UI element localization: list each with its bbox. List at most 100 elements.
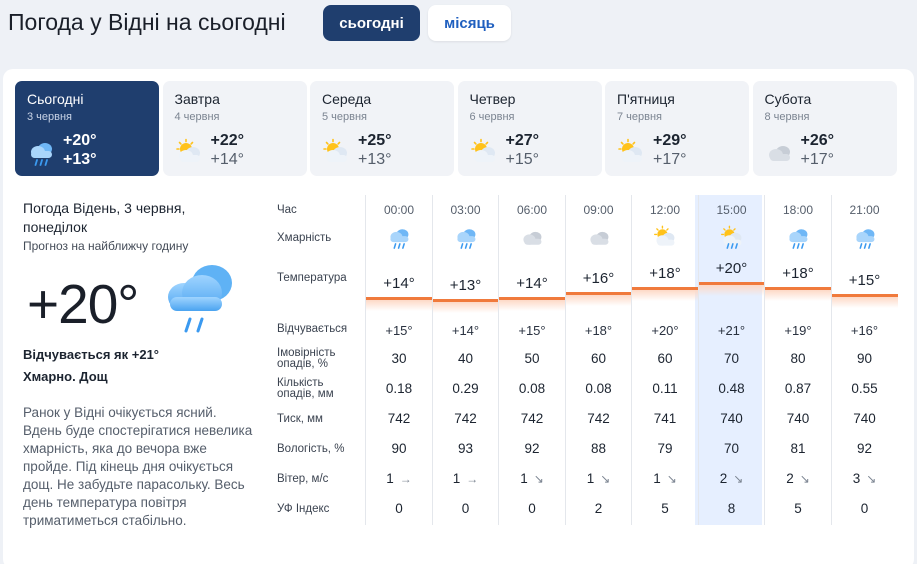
hour-humidity: 90 <box>391 441 407 456</box>
day-date: 3 червня <box>27 111 73 123</box>
tab-today[interactable]: сьогодні <box>323 5 420 41</box>
tab-month[interactable]: місяць <box>428 5 511 41</box>
hour-time: 18:00 <box>782 203 814 217</box>
cloud-rain-icon <box>168 265 232 333</box>
hour-time: 00:00 <box>383 203 415 217</box>
hour-feels-like: +16° <box>850 323 879 338</box>
hour-precip-amount: 0.18 <box>385 381 413 396</box>
day-min-temp: +13° <box>358 151 392 168</box>
wind-speed: 1 <box>452 471 461 486</box>
wind-direction-icon: ↘ <box>600 472 611 486</box>
day-tab[interactable]: П'ятниця 7 червня +29° +17° <box>605 81 749 176</box>
hour-precip-prob: 70 <box>723 351 740 366</box>
day-min-temp: +13° <box>63 151 97 168</box>
day-name: Сьогодні <box>27 91 84 107</box>
day-tab[interactable]: Субота 8 червня +26° +17° <box>752 81 897 176</box>
hour-precip-prob: 50 <box>524 351 540 366</box>
hour-pressure: 740 <box>720 411 743 426</box>
hour-precip-prob: 30 <box>391 351 407 366</box>
hour-feels-like: +21° <box>717 323 746 338</box>
hour-icon <box>699 225 765 251</box>
hour-temperature: +20° <box>715 260 748 277</box>
day-min-temp: +14° <box>210 151 245 168</box>
page-header: Погода у Відні на сьогодні сьогодні міся… <box>0 0 917 56</box>
day-tab[interactable]: Середа 5 червня +25° +13° <box>310 81 454 176</box>
wind-speed: 1 <box>653 471 661 486</box>
hour-time: 12:00 <box>649 203 681 217</box>
wind-direction-icon: ↘ <box>533 472 544 486</box>
day-name: Завтра <box>174 91 220 107</box>
hour-uv: 5 <box>794 501 802 516</box>
hour-time: 09:00 <box>583 203 614 217</box>
cloud-rain-icon <box>390 229 409 249</box>
day-icon <box>321 138 351 164</box>
partly-cloudy-icon <box>618 138 642 162</box>
cloud-rain-icon <box>31 143 52 166</box>
day-name: Середа <box>322 91 372 107</box>
day-date: 4 червня <box>174 111 220 123</box>
day-tab[interactable]: Завтра 4 червня +22° +14° <box>162 81 307 176</box>
hour-precip-amount: 0.29 <box>452 381 479 396</box>
hour-pressure: 742 <box>520 411 544 426</box>
hour-humidity: 70 <box>723 441 740 456</box>
hour-precip-prob: 60 <box>590 351 607 366</box>
hour-pressure: 741 <box>653 411 677 426</box>
hour-humidity: 93 <box>457 441 474 456</box>
day-min-temp: +15° <box>505 151 540 168</box>
hour-humidity: 88 <box>590 441 607 456</box>
day-tab[interactable]: Сьогодні 3 червня +20° +13° <box>15 81 159 176</box>
cloudy-icon <box>768 146 790 161</box>
forecast-note: Прогноз на найближчу годину <box>23 239 189 253</box>
wind-direction-icon: ↘ <box>799 472 810 486</box>
hour-pressure: 740 <box>786 411 810 426</box>
hour-temperature: +15° <box>848 272 881 290</box>
temperature-bar <box>565 291 632 306</box>
day-name: П'ятниця <box>617 91 675 107</box>
hourly-table: Час Хмарність Температура Відчувається І… <box>271 195 898 531</box>
location-date: Погода Відень, 3 червня, понеділок <box>23 200 186 235</box>
hour-time: 21:00 <box>849 203 880 217</box>
hour-humidity: 79 <box>657 441 673 456</box>
hour-wind: 1 → <box>433 471 499 486</box>
temperature-bar <box>765 286 831 301</box>
cloudy-icon <box>589 231 608 245</box>
hour-temperature: +13° <box>449 277 482 294</box>
hour-pressure: 742 <box>387 411 411 426</box>
hour-uv: 2 <box>594 501 603 516</box>
day-max-temp: +27° <box>505 132 540 149</box>
day-description: Ранок у Відні очікується ясний. Вдень бу… <box>23 405 253 528</box>
temperature-bar <box>366 296 432 311</box>
hour-uv: 0 <box>395 501 403 516</box>
hour-wind: 1 ↘ <box>632 471 698 486</box>
hour-humidity: 92 <box>524 441 540 456</box>
day-name: Четвер <box>469 91 516 107</box>
wind-direction-icon: ↘ <box>733 472 744 486</box>
hour-precip-amount: 0.48 <box>718 381 745 396</box>
wind-direction-icon: ↘ <box>866 472 877 486</box>
weather-card: Сьогодні 3 червня +20° +13° Завтра 4 червня +2… <box>3 69 914 564</box>
hour-temperature: +14° <box>516 274 548 292</box>
day-tab[interactable]: Четвер 6 червня +27° +15° <box>457 81 602 176</box>
wind-direction-icon: → <box>399 472 412 486</box>
hour-icon <box>765 225 831 251</box>
hour-icon <box>832 225 898 251</box>
temperature-bar <box>632 286 698 301</box>
current-weather: Погода Відень, 3 червня, понеділок Прогн… <box>23 199 253 528</box>
day-max-temp: +25° <box>358 132 392 149</box>
day-date: 8 червня <box>764 111 810 123</box>
day-icon <box>469 138 499 164</box>
hour-icon <box>366 225 432 251</box>
hour-temperature: +14° <box>383 274 415 292</box>
wind-speed: 1 <box>386 471 394 486</box>
hour-wind: 1 ↘ <box>566 471 632 486</box>
hour-pressure: 740 <box>853 411 876 426</box>
hour-humidity: 92 <box>856 441 873 456</box>
hour-feels-like: +19° <box>784 323 812 338</box>
hour-feels-like: +20° <box>651 323 679 338</box>
hour-wind: 3 ↘ <box>832 471 898 486</box>
hour-uv: 0 <box>860 501 869 516</box>
temperature-bar <box>698 282 765 296</box>
hour-icon <box>566 225 632 251</box>
hour-icon <box>433 225 499 251</box>
hour-temperature: +18° <box>649 264 681 282</box>
